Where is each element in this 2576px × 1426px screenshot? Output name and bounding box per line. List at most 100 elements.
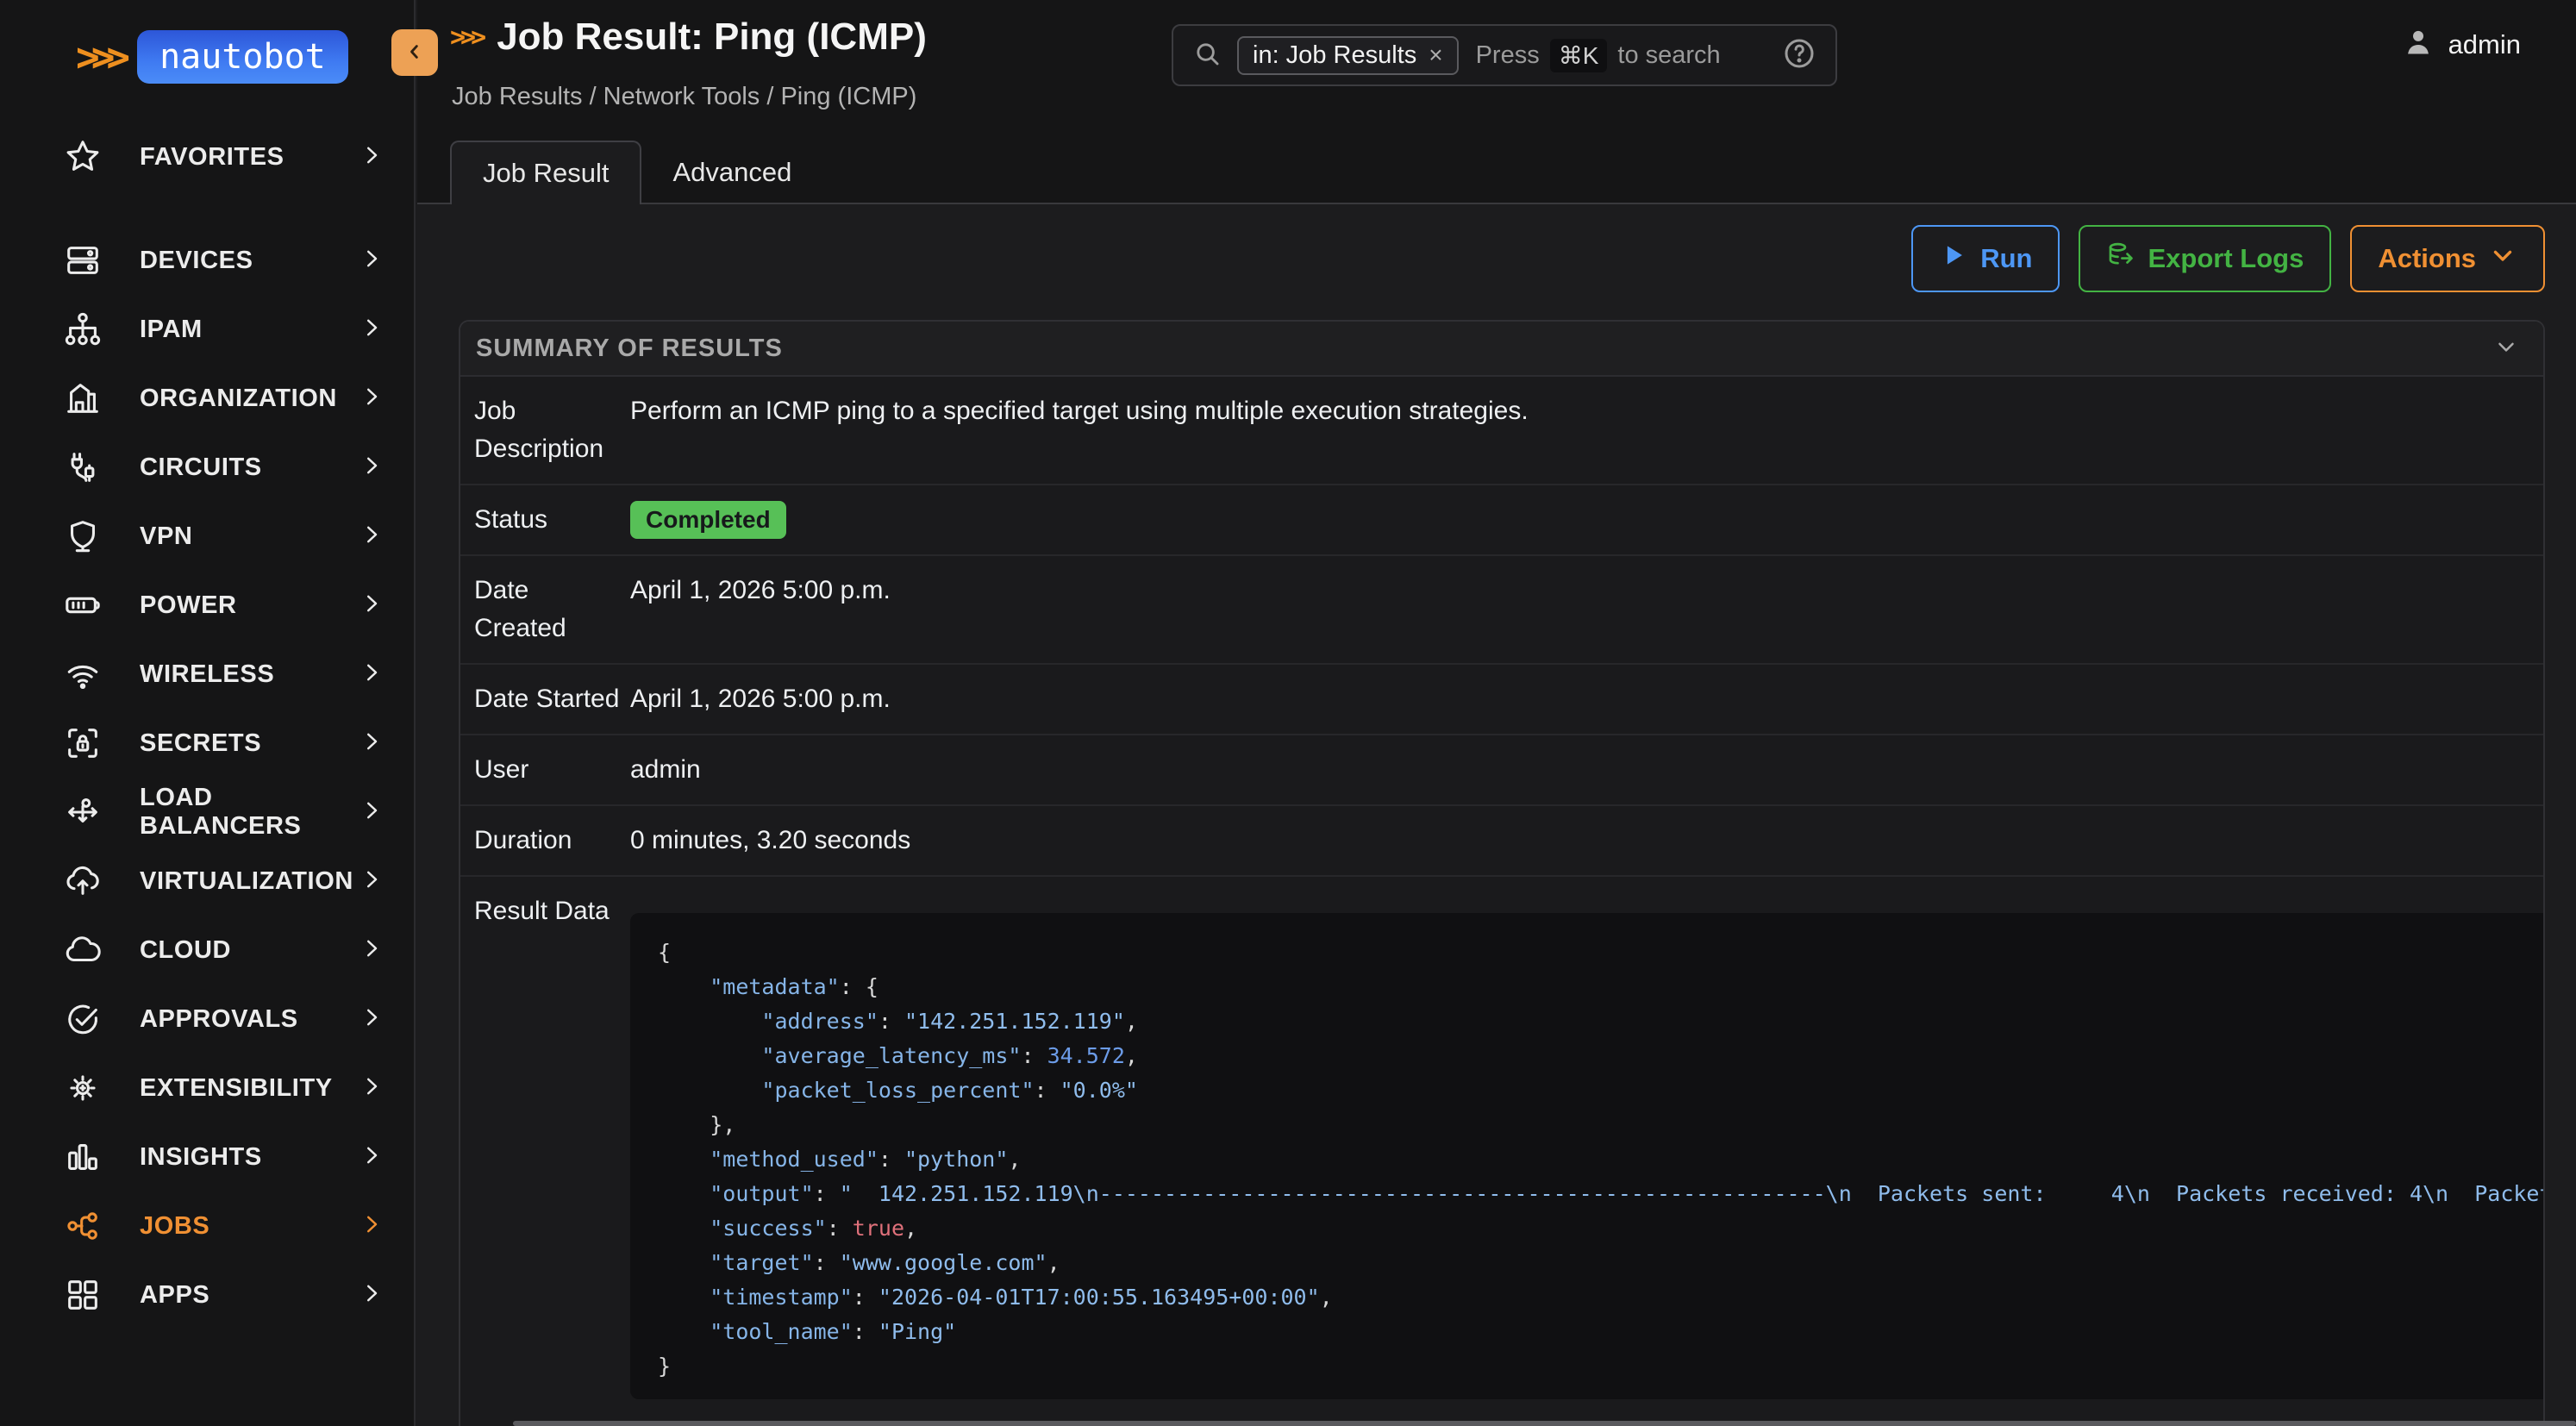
sidebar-item-vpn[interactable]: VPN xyxy=(0,502,414,571)
sidebar: >>> nautobot FAVORITES DEVICESIPAMORGANIZ… xyxy=(0,0,416,1426)
sidebar-item-apps[interactable]: APPS xyxy=(0,1260,414,1329)
main-area: >>> Job Result: Ping (ICMP) Job Results … xyxy=(417,0,2576,1426)
search-icon xyxy=(1192,39,1222,72)
summary-of-results-panel: SUMMARY OF RESULTS Job DescriptionPerfor… xyxy=(459,320,2545,1426)
row-value: Perform an ICMP ping to a specified targ… xyxy=(630,392,2543,468)
chevron-right-icon xyxy=(359,246,385,276)
row-label: Duration xyxy=(474,822,630,860)
code-line: "method_used": "python", xyxy=(658,1142,2545,1177)
chevron-right-icon xyxy=(359,315,385,345)
row-value: 0 minutes, 3.20 seconds xyxy=(630,822,2543,860)
tab-job-result[interactable]: Job Result xyxy=(450,141,641,204)
server-icon xyxy=(62,240,103,281)
tab-advanced[interactable]: Advanced xyxy=(641,141,822,204)
table-row: Date CreatedApril 1, 2026 5:00 p.m. xyxy=(460,554,2543,663)
check-circle-icon xyxy=(62,998,103,1040)
sidebar-item-label: POWER xyxy=(140,591,359,620)
chevron-right-icon xyxy=(359,729,385,759)
sidebar-item-label: VPN xyxy=(140,522,359,551)
export-logs-label: Export Logs xyxy=(2148,243,2304,274)
sidebar-item-ipam[interactable]: IPAM xyxy=(0,295,414,364)
chevron-right-icon xyxy=(359,384,385,414)
sidebar-item-label: SECRETS xyxy=(140,729,359,758)
search-hint: Press ⌘K to search xyxy=(1476,39,1721,72)
sidebar-item-organization[interactable]: ORGANIZATION xyxy=(0,364,414,433)
search-hint-prefix: Press xyxy=(1476,41,1540,70)
run-button[interactable]: Run xyxy=(1911,225,2060,292)
chevron-right-icon xyxy=(359,453,385,483)
sidebar-collapse-button[interactable] xyxy=(391,29,438,76)
code-line: "address": "142.251.152.119", xyxy=(658,1004,2545,1039)
play-icon xyxy=(1939,241,1968,277)
search-filter-pill[interactable]: in: Job Results × xyxy=(1237,36,1459,75)
sidebar-item-power[interactable]: POWER xyxy=(0,571,414,640)
toolbar: Run Export Logs Actions xyxy=(459,225,2545,292)
row-label: Result Data xyxy=(474,892,630,1426)
sidebar-item-label: CLOUD xyxy=(140,936,359,965)
logo-text: nautobot xyxy=(159,37,326,77)
search-filter-label: in: Job Results xyxy=(1253,41,1416,70)
grid-icon xyxy=(62,1274,103,1316)
result-data-code-block[interactable]: { "metadata": { "address": "142.251.152.… xyxy=(630,913,2545,1399)
sidebar-item-virtualization[interactable]: VIRTUALIZATION xyxy=(0,847,414,916)
sidebar-item-devices[interactable]: DEVICES xyxy=(0,226,414,295)
sidebar-item-cloud[interactable]: CLOUD xyxy=(0,916,414,985)
chevron-down-icon[interactable] xyxy=(2493,334,2519,364)
search-hint-suffix: to search xyxy=(1617,41,1720,70)
code-line: }, xyxy=(658,1108,2545,1142)
battery-icon xyxy=(62,585,103,626)
status-badge: Completed xyxy=(630,501,786,539)
sidebar-item-label: FAVORITES xyxy=(140,143,359,172)
tab-panel-content: Run Export Logs Actions xyxy=(417,206,2576,1426)
row-value: April 1, 2026 5:00 p.m. xyxy=(630,680,2543,718)
page-title: Job Result: Ping (ICMP) xyxy=(497,16,927,59)
database-export-icon xyxy=(2106,241,2135,277)
sidebar-item-insights[interactable]: INSIGHTS xyxy=(0,1123,414,1191)
breadcrumb[interactable]: Job Results / Network Tools / Ping (ICMP… xyxy=(452,83,916,111)
sidebar-item-label: WIRELESS xyxy=(140,660,359,689)
chevron-right-icon xyxy=(359,797,385,828)
building-icon xyxy=(62,378,103,419)
help-icon[interactable] xyxy=(1782,36,1816,75)
export-logs-button[interactable]: Export Logs xyxy=(2079,225,2331,292)
sidebar-item-secrets[interactable]: SECRETS xyxy=(0,709,414,778)
app-window: >>> nautobot FAVORITES DEVICESIPAMORGANIZ… xyxy=(0,0,2576,1426)
sidebar-item-wireless[interactable]: WIRELESS xyxy=(0,640,414,709)
actions-button[interactable]: Actions xyxy=(2350,225,2545,292)
row-label: Date Started xyxy=(474,680,630,718)
cable-icon xyxy=(62,447,103,488)
chevron-right-icon xyxy=(359,1073,385,1104)
sidebar-item-circuits[interactable]: CIRCUITS xyxy=(0,433,414,502)
gear-icon xyxy=(62,1067,103,1109)
chevron-right-icon xyxy=(359,522,385,552)
person-icon xyxy=(2402,26,2435,63)
user-menu[interactable]: admin xyxy=(2402,26,2521,63)
search-bar[interactable]: in: Job Results × Press ⌘K to search xyxy=(1172,24,1837,86)
sidebar-item-approvals[interactable]: APPROVALS xyxy=(0,985,414,1054)
chevron-right-icon xyxy=(359,591,385,621)
chevron-right-icon xyxy=(359,1004,385,1035)
table-row: Date StartedApril 1, 2026 5:00 p.m. xyxy=(460,663,2543,734)
chevron-down-icon xyxy=(2488,241,2517,277)
cloud-icon xyxy=(62,929,103,971)
close-icon[interactable]: × xyxy=(1429,41,1442,69)
row-value: admin xyxy=(630,751,2543,789)
horizontal-scrollbar[interactable] xyxy=(513,1421,2576,1426)
chevron-right-icon xyxy=(359,866,385,897)
brand-logo[interactable]: >>> nautobot xyxy=(0,0,414,114)
chevron-right-icon xyxy=(359,1142,385,1173)
summary-rows: Job DescriptionPerform an ICMP ping to a… xyxy=(460,377,2543,875)
sidebar-item-load-balancers[interactable]: LOAD BALANCERS xyxy=(0,778,414,847)
code-line: "average_latency_ms": 34.572, xyxy=(658,1039,2545,1073)
sidebar-item-jobs[interactable]: JOBS xyxy=(0,1191,414,1260)
panel-header[interactable]: SUMMARY OF RESULTS xyxy=(460,322,2543,377)
table-row: StatusCompleted xyxy=(460,484,2543,554)
sidebar-item-label: APPS xyxy=(140,1281,359,1310)
chevron-left-icon xyxy=(403,40,427,66)
sidebar-item-favorites[interactable]: FAVORITES xyxy=(0,122,414,191)
sidebar-item-extensibility[interactable]: EXTENSIBILITY xyxy=(0,1054,414,1123)
code-line: "packet_loss_percent": "0.0%" xyxy=(658,1073,2545,1108)
tab-bar: Job Result Advanced xyxy=(450,141,822,204)
nautobot-logo: nautobot xyxy=(137,30,348,84)
page-header: >>> Job Result: Ping (ICMP) Job Results … xyxy=(417,0,2576,204)
